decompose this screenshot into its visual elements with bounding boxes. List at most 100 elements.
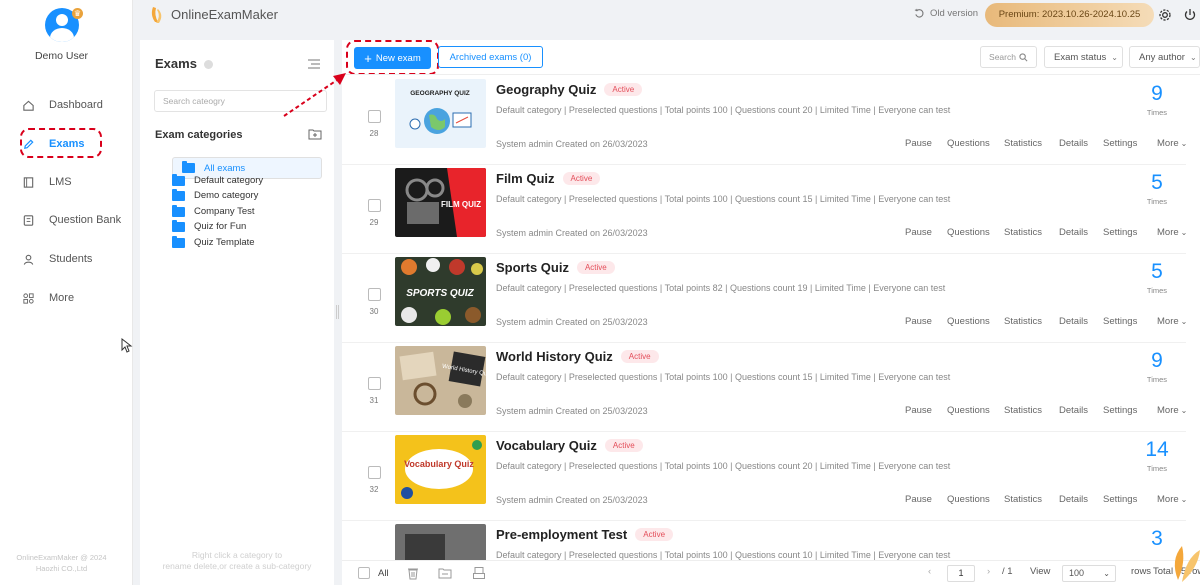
exam-title[interactable]: Pre-employment Test Active bbox=[496, 527, 674, 542]
exam-number: 32 bbox=[369, 485, 379, 494]
more-dropdown[interactable]: More ⌄ bbox=[1157, 227, 1187, 238]
settings-link[interactable]: Settings bbox=[1103, 138, 1137, 149]
chevron-down-icon: ⌄ bbox=[1180, 406, 1188, 415]
row-checkbox[interactable] bbox=[368, 377, 381, 390]
category-item[interactable]: Quiz for Fun bbox=[172, 219, 322, 234]
row-checkbox[interactable] bbox=[368, 466, 381, 479]
details-link[interactable]: Details bbox=[1059, 227, 1088, 238]
exam-thumbnail[interactable] bbox=[395, 524, 486, 560]
category-item[interactable]: Company Test bbox=[172, 204, 322, 219]
exam-thumbnail[interactable]: Vocabulary Quiz bbox=[395, 435, 486, 504]
questions-link[interactable]: Questions bbox=[947, 405, 990, 416]
questions-link[interactable]: Questions bbox=[947, 138, 990, 149]
more-dropdown[interactable]: More ⌄ bbox=[1157, 316, 1187, 327]
statistics-link[interactable]: Statistics bbox=[1004, 316, 1042, 327]
copyright: OnlineExamMaker @ 2024 Haozhi CO.,Ltd bbox=[16, 553, 107, 573]
exam-title[interactable]: Geography Quiz Active bbox=[496, 82, 643, 97]
exam-title[interactable]: Sports Quiz Active bbox=[496, 260, 615, 275]
chevron-down-icon: ⌄ bbox=[1180, 495, 1188, 504]
statistics-link[interactable]: Statistics bbox=[1004, 138, 1042, 149]
archive-icon[interactable] bbox=[472, 566, 486, 580]
nav-label: Dashboard bbox=[49, 99, 103, 111]
premium-badge[interactable]: Premium: 2023.10.26-2024.10.25 bbox=[985, 3, 1154, 27]
trash-icon[interactable] bbox=[406, 566, 420, 580]
exam-thumbnail[interactable]: World History Quiz bbox=[395, 346, 486, 415]
exam-row[interactable]: 28 GEOGRAPHY QUIZ Geography Quiz Active D… bbox=[342, 76, 1187, 165]
collapse-menu-icon[interactable] bbox=[308, 59, 320, 69]
exam-meta: Default category | Preselected questions… bbox=[496, 194, 951, 204]
more-dropdown[interactable]: More ⌄ bbox=[1157, 405, 1187, 416]
archived-exams-button[interactable]: Archived exams (0) bbox=[438, 46, 543, 68]
power-icon[interactable] bbox=[1183, 8, 1197, 22]
questions-link[interactable]: Questions bbox=[947, 316, 990, 327]
statistics-link[interactable]: Statistics bbox=[1004, 494, 1042, 505]
exam-status-select[interactable]: Exam status ⌄ bbox=[1044, 46, 1123, 68]
pause-link[interactable]: Pause bbox=[905, 494, 932, 505]
list-footer: All ‹ 1 › / 1 View 100⌄ rows Total 45 ro… bbox=[342, 560, 1200, 585]
search-button[interactable]: Search bbox=[980, 46, 1037, 68]
person-icon bbox=[23, 254, 34, 265]
search-icon bbox=[1019, 52, 1028, 61]
gear-icon[interactable] bbox=[1158, 8, 1172, 22]
exam-row[interactable]: 30 SPORTS QUIZ Sports Quiz Active Default… bbox=[342, 254, 1187, 343]
questions-link[interactable]: Questions bbox=[947, 494, 990, 505]
old-version-link[interactable]: Old version bbox=[914, 8, 978, 19]
exam-thumbnail[interactable]: GEOGRAPHY QUIZ bbox=[395, 79, 486, 148]
exam-title[interactable]: Film Quiz Active bbox=[496, 171, 601, 186]
row-checkbox[interactable] bbox=[368, 288, 381, 301]
nav-lms[interactable]: LMS bbox=[22, 172, 72, 192]
next-page-icon[interactable]: › bbox=[987, 566, 990, 577]
exam-row[interactable]: 32 Vocabulary Quiz Vocabulary Quiz Active… bbox=[342, 432, 1187, 521]
exam-title[interactable]: Vocabulary Quiz Active bbox=[496, 438, 643, 453]
status-badge: Active bbox=[604, 439, 643, 452]
row-checkbox[interactable] bbox=[368, 110, 381, 123]
resize-handle[interactable] bbox=[336, 305, 339, 319]
settings-link[interactable]: Settings bbox=[1103, 227, 1137, 238]
pause-link[interactable]: Pause bbox=[905, 316, 932, 327]
nav-students[interactable]: Students bbox=[22, 249, 92, 269]
questions-link[interactable]: Questions bbox=[947, 227, 990, 238]
category-item[interactable]: Quiz Template bbox=[172, 235, 322, 250]
thumbnail-text: SPORTS QUIZ bbox=[406, 288, 474, 299]
exam-row[interactable]: 29 FILM QUIZ Film Quiz Active Default cat… bbox=[342, 165, 1187, 254]
more-dropdown[interactable]: More ⌄ bbox=[1157, 138, 1187, 149]
nav-dashboard[interactable]: Dashboard bbox=[22, 95, 103, 115]
select-all-checkbox[interactable] bbox=[358, 567, 370, 579]
statistics-link[interactable]: Statistics bbox=[1004, 227, 1042, 238]
details-link[interactable]: Details bbox=[1059, 316, 1088, 327]
highlight-annotation bbox=[20, 128, 102, 158]
mouse-cursor-icon bbox=[121, 338, 133, 353]
details-link[interactable]: Details bbox=[1059, 138, 1088, 149]
statistics-link[interactable]: Statistics bbox=[1004, 405, 1042, 416]
nav-question-bank[interactable]: Question Bank bbox=[22, 210, 121, 230]
exam-created: System admin Created on 25/03/2023 bbox=[496, 495, 648, 505]
exam-thumbnail[interactable]: FILM QUIZ bbox=[395, 168, 486, 237]
settings-link[interactable]: Settings bbox=[1103, 494, 1137, 505]
settings-link[interactable]: Settings bbox=[1103, 316, 1137, 327]
exam-thumbnail[interactable]: SPORTS QUIZ bbox=[395, 257, 486, 326]
details-link[interactable]: Details bbox=[1059, 405, 1088, 416]
exam-row[interactable]: Pre-employment Test Active Default catego… bbox=[342, 521, 1186, 560]
category-item[interactable]: Default category bbox=[172, 173, 322, 188]
details-link[interactable]: Details bbox=[1059, 494, 1088, 505]
exam-title[interactable]: World History Quiz Active bbox=[496, 349, 659, 364]
category-item[interactable]: Demo category bbox=[172, 188, 322, 203]
pause-link[interactable]: Pause bbox=[905, 405, 932, 416]
row-checkbox[interactable] bbox=[368, 199, 381, 212]
crown-icon: ♛ bbox=[72, 8, 83, 19]
pause-link[interactable]: Pause bbox=[905, 138, 932, 149]
move-folder-icon[interactable] bbox=[438, 566, 452, 580]
prev-page-icon[interactable]: ‹ bbox=[928, 566, 931, 577]
exam-row[interactable]: 31 World History Quiz World History Quiz… bbox=[342, 343, 1187, 432]
settings-link[interactable]: Settings bbox=[1103, 405, 1137, 416]
leaf-logo-icon bbox=[1174, 546, 1200, 582]
add-folder-icon[interactable] bbox=[308, 128, 322, 140]
nav-more[interactable]: More bbox=[22, 288, 74, 308]
brand-name: OnlineExamMaker bbox=[171, 7, 278, 22]
page-number-input[interactable]: 1 bbox=[947, 565, 975, 582]
author-select[interactable]: Any author ⌄ bbox=[1129, 46, 1200, 68]
pause-link[interactable]: Pause bbox=[905, 227, 932, 238]
more-dropdown[interactable]: More ⌄ bbox=[1157, 494, 1187, 505]
rows-per-page-select[interactable]: 100 ⌄ bbox=[1062, 565, 1116, 582]
times-label: Times bbox=[1146, 375, 1168, 384]
